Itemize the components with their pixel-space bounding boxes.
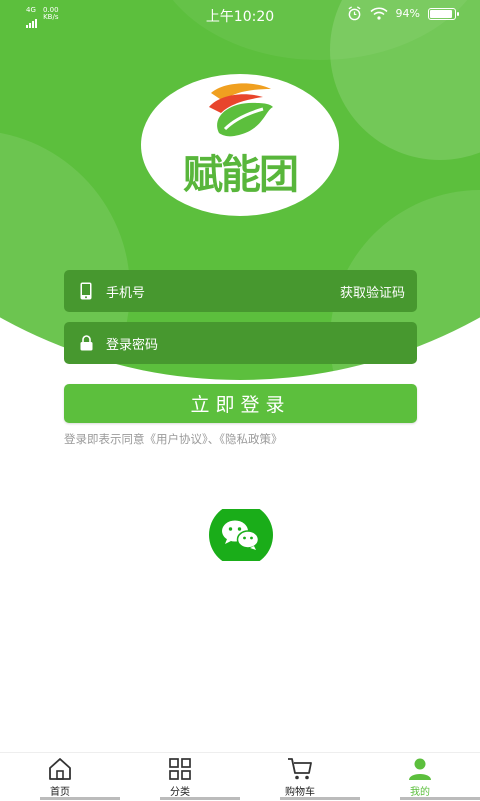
tab-label: 分类 — [170, 787, 190, 798]
password-field[interactable]: 登录密码 — [64, 322, 417, 364]
logo: 赋能团 — [140, 74, 340, 216]
tab-mine[interactable]: 我的 — [360, 757, 480, 798]
tab-label: 购物车 — [285, 787, 315, 798]
password-placeholder: 登录密码 — [106, 337, 159, 353]
tab-category[interactable]: 分类 — [120, 757, 240, 798]
wechat-login-button[interactable] — [209, 509, 273, 561]
agreement-label[interactable]: 登录即表示同意《用户协议》、《隐私政策》 — [64, 432, 283, 446]
bottom-tab-bar: 首页 分类 购物车 我的 — [0, 752, 480, 801]
battery-icon — [428, 7, 459, 20]
tab-label: 我的 — [410, 787, 430, 798]
tab-cart[interactable]: 购物车 — [240, 757, 360, 798]
lock-icon — [78, 333, 94, 353]
get-code-button[interactable]: 获取验证码 — [340, 282, 405, 301]
person-icon — [409, 758, 431, 780]
status-right: 94% — [347, 6, 459, 21]
wechat-icon — [222, 520, 260, 550]
wifi-icon — [369, 7, 388, 20]
cart-icon — [288, 758, 312, 780]
agreement-text: 登录即表示同意《用户协议》、《隐私政策》 — [64, 431, 283, 447]
status-bar: 4G 0.00 KB/s 上午10:20 94% — [0, 0, 480, 30]
home-icon — [49, 758, 71, 780]
phone-icon — [78, 281, 94, 301]
login-button[interactable]: 立即登录 — [64, 384, 417, 423]
phone-field[interactable]: 手机号 获取验证码 — [64, 270, 417, 312]
brand-name: 赋能团 — [183, 151, 299, 198]
grid-icon — [169, 758, 191, 780]
phone-placeholder: 手机号 — [106, 285, 146, 301]
tab-home[interactable]: 首页 — [0, 757, 120, 798]
tab-label: 首页 — [50, 787, 70, 798]
battery-level — [430, 9, 452, 18]
battery-percent: 94% — [395, 7, 420, 20]
leaf-logo-icon — [209, 83, 273, 137]
alarm-icon — [348, 6, 361, 21]
